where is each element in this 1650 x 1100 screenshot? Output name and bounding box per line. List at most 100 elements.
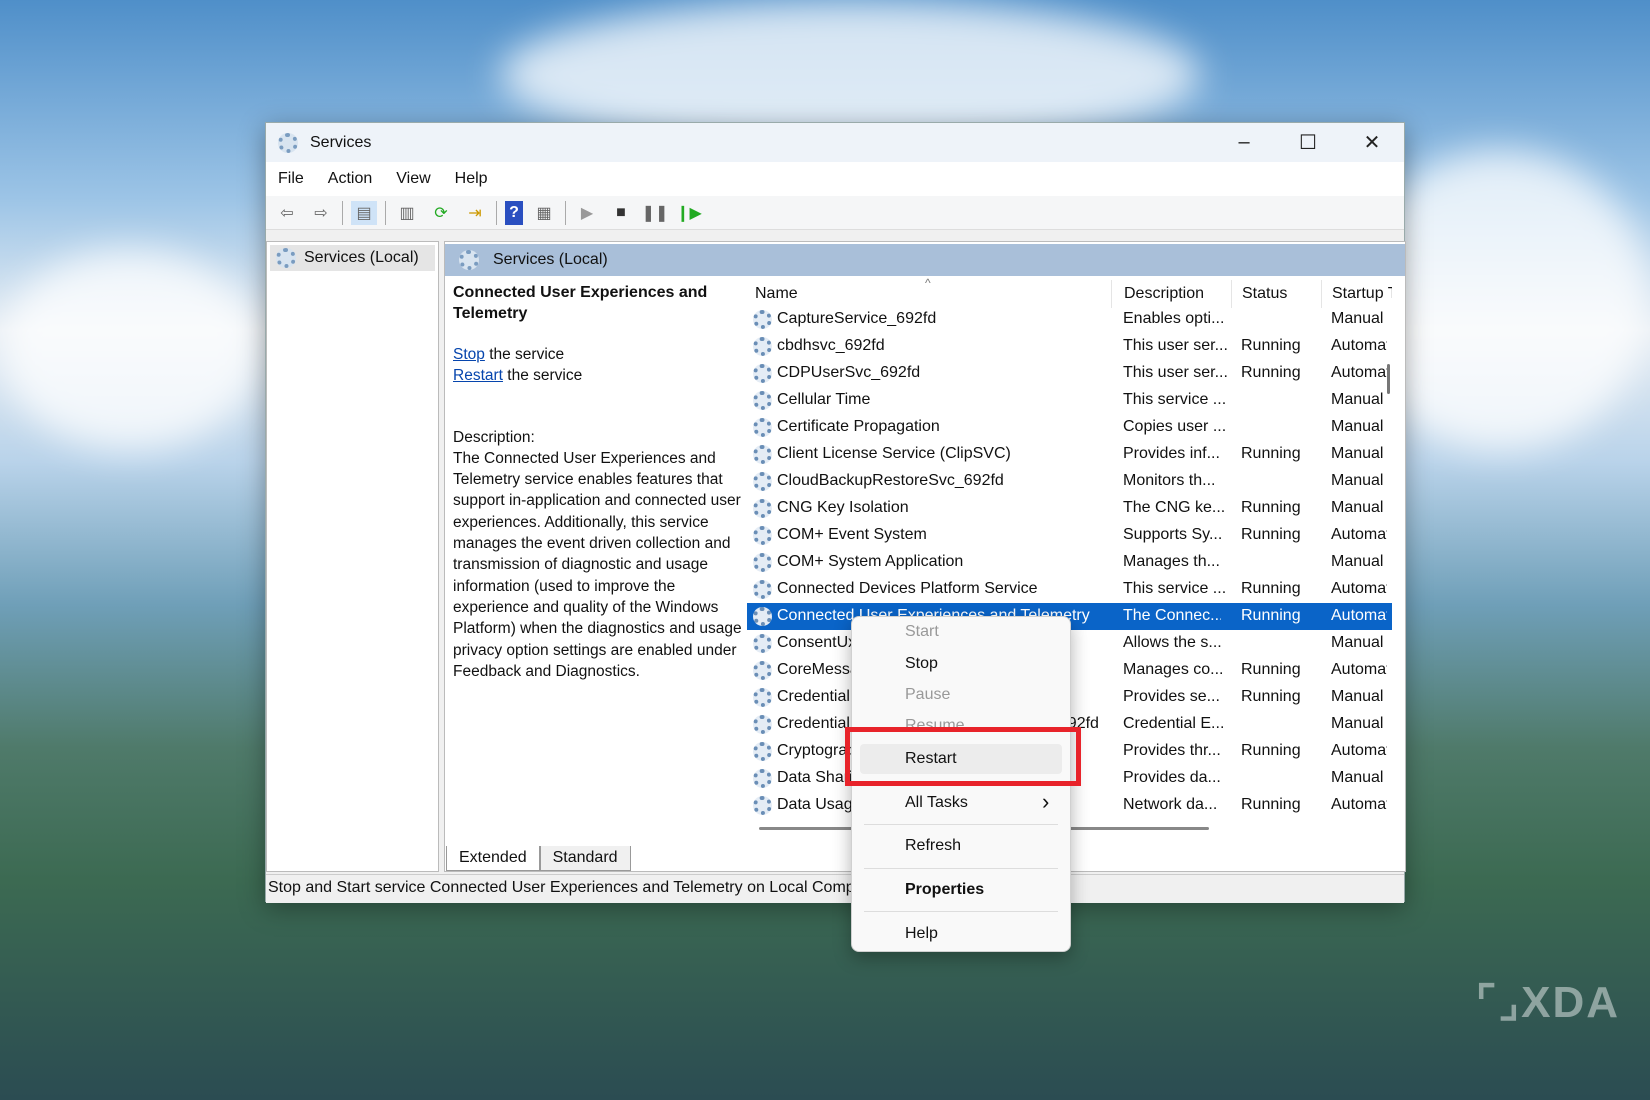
- menu-item-help[interactable]: Help: [905, 925, 938, 943]
- cell-description: Manages co...: [1123, 661, 1224, 678]
- menu-action[interactable]: Action: [328, 170, 372, 188]
- cell-description: Supports Sy...: [1123, 526, 1223, 543]
- menu-item-start[interactable]: Start: [905, 623, 939, 641]
- table-row[interactable]: CloudBackupRestoreSvc_692fd Monitors th.…: [747, 468, 1392, 495]
- menu-bar: File Action View Help: [266, 162, 1404, 196]
- menu-file[interactable]: File: [278, 170, 304, 188]
- cell-status: Running: [1241, 607, 1301, 624]
- maximize-button[interactable]: ☐: [1276, 123, 1340, 162]
- menu-item-stop[interactable]: Stop: [905, 655, 938, 673]
- vertical-scrollbar[interactable]: [1387, 364, 1390, 394]
- service-gear-icon: [753, 607, 772, 626]
- minimize-button[interactable]: –: [1212, 123, 1276, 162]
- cell-startup-type: Automatic: [1331, 607, 1387, 624]
- services-icon: [276, 248, 296, 268]
- resume-service-icon[interactable]: ❙▶: [676, 201, 702, 225]
- forward-icon[interactable]: ⇨: [308, 201, 334, 225]
- service-gear-icon: [753, 472, 772, 491]
- toolbar-separator: [342, 200, 343, 225]
- table-row[interactable]: Client License Service (ClipSVC) Provide…: [747, 441, 1392, 468]
- title-bar: Services – ☐ ✕: [266, 123, 1404, 162]
- menu-item-properties[interactable]: Properties: [905, 881, 984, 899]
- cell-startup-type: Automatic: [1331, 796, 1387, 813]
- column-header-name[interactable]: Name ^: [755, 278, 1095, 308]
- cell-description: Provides inf...: [1123, 445, 1220, 462]
- service-gear-icon: [753, 310, 772, 329]
- tab-standard[interactable]: Standard: [539, 846, 631, 871]
- tab-extended[interactable]: Extended: [446, 846, 540, 871]
- service-gear-icon: [753, 526, 772, 545]
- cell-description: Provides se...: [1123, 688, 1220, 705]
- stop-service-icon[interactable]: ■: [608, 201, 634, 225]
- cell-status: Running: [1241, 526, 1301, 543]
- menu-help[interactable]: Help: [455, 170, 488, 188]
- cell-startup-type: Manual: [1331, 472, 1384, 489]
- service-title: Connected User Experiences and Telemetry: [453, 284, 708, 322]
- cell-startup-type: Automatic: [1331, 742, 1387, 759]
- cell-startup-type: Manual: [1331, 418, 1384, 435]
- cell-description: Copies user ...: [1123, 418, 1227, 435]
- cell-description: Provides da...: [1123, 769, 1221, 786]
- description-text: The Connected User Experiences and Telem…: [453, 449, 742, 680]
- cell-description: Network da...: [1123, 796, 1218, 813]
- table-row[interactable]: cbdhsvc_692fd This user ser... Running A…: [747, 333, 1392, 360]
- cell-name: Cellular Time: [777, 391, 871, 408]
- table-row[interactable]: Cellular Time This service ... Manual: [747, 387, 1392, 414]
- table-row[interactable]: Certificate Propagation Copies user ... …: [747, 414, 1392, 441]
- table-row[interactable]: COM+ System Application Manages th... Ma…: [747, 549, 1392, 576]
- restart-service-link[interactable]: Restart: [453, 367, 503, 384]
- cell-startup-type: Automatic: [1331, 526, 1387, 543]
- column-header-status[interactable]: Status: [1231, 280, 1317, 308]
- cell-startup-type: Automatic: [1331, 337, 1387, 354]
- menu-item-all-tasks[interactable]: All Tasks: [905, 794, 968, 812]
- back-icon[interactable]: ⇦: [274, 201, 300, 225]
- export-list-icon[interactable]: ⇥: [462, 201, 488, 225]
- cell-startup-type: Manual: [1331, 553, 1384, 570]
- cell-description: Provides thr...: [1123, 742, 1221, 759]
- table-row[interactable]: COM+ Event System Supports Sy... Running…: [747, 522, 1392, 549]
- menu-view[interactable]: View: [396, 170, 430, 188]
- service-description-panel: Connected User Experiences and Telemetry…: [453, 282, 743, 682]
- service-gear-icon: [753, 661, 772, 680]
- restart-link-suffix: the service: [502, 367, 583, 385]
- cell-name: CNG Key Isolation: [777, 499, 909, 516]
- services-icon: [459, 250, 479, 270]
- sort-ascending-icon: ^: [925, 278, 931, 290]
- table-row[interactable]: CDPUserSvc_692fd This user ser... Runnin…: [747, 360, 1392, 387]
- column-header-description[interactable]: Description: [1111, 280, 1221, 308]
- show-hide-action-pane-icon[interactable]: ▦: [531, 201, 557, 225]
- refresh-icon[interactable]: ⟳: [428, 201, 454, 225]
- close-button[interactable]: ✕: [1340, 123, 1404, 162]
- cell-status: Running: [1241, 364, 1301, 381]
- menu-separator: [864, 911, 1058, 912]
- menu-item-pause[interactable]: Pause: [905, 686, 950, 704]
- cell-status: Running: [1241, 796, 1301, 813]
- menu-separator: [864, 824, 1058, 825]
- column-header-startup-type[interactable]: Startup Type: [1321, 280, 1392, 308]
- cell-startup-type: Manual: [1331, 391, 1384, 408]
- service-gear-icon: [753, 553, 772, 572]
- stop-service-link[interactable]: Stop: [453, 346, 485, 363]
- cell-startup-type: Automatic: [1331, 364, 1387, 381]
- cell-startup-type: Manual: [1331, 499, 1384, 516]
- pause-service-icon[interactable]: ❚❚: [642, 201, 669, 225]
- show-hide-console-tree-icon[interactable]: ▤: [351, 200, 377, 225]
- cell-startup-type: Manual: [1331, 310, 1384, 327]
- menu-item-refresh[interactable]: Refresh: [905, 837, 961, 855]
- properties-icon[interactable]: ▥: [394, 201, 420, 225]
- help-icon[interactable]: ?: [505, 200, 523, 225]
- cell-startup-type: Automatic: [1331, 580, 1387, 597]
- table-row[interactable]: CNG Key Isolation The CNG ke... Running …: [747, 495, 1392, 522]
- cell-description: The Connec...: [1123, 607, 1221, 624]
- tree-item-services-local[interactable]: Services (Local): [270, 245, 435, 271]
- toolbar-separator: [385, 200, 386, 225]
- cell-name: Certificate Propagation: [777, 418, 940, 435]
- table-row[interactable]: CaptureService_692fd Enables opti... Man…: [747, 306, 1392, 333]
- submenu-chevron-icon: ›: [1042, 789, 1050, 814]
- cell-name: CloudBackupRestoreSvc_692fd: [777, 472, 1004, 489]
- start-service-icon[interactable]: ▶: [574, 201, 600, 225]
- table-row[interactable]: Connected Devices Platform Service This …: [747, 576, 1392, 603]
- service-gear-icon: [753, 634, 772, 653]
- status-bar: Stop and Start service Connected User Ex…: [266, 874, 1404, 903]
- cell-startup-type: Automatic: [1331, 661, 1387, 678]
